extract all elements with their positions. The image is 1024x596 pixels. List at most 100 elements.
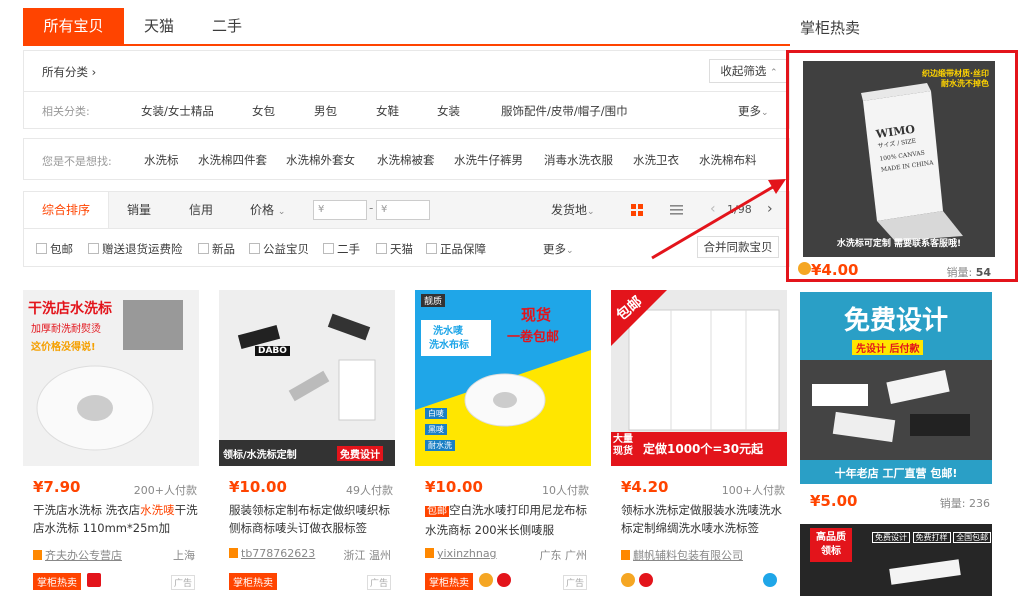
product-card[interactable]: 干洗店水洗标 加厚耐洗耐熨烫 这价格没得说! ¥7.90 200+人付款 干洗店… [23,290,199,596]
related-item[interactable]: 服饰配件/皮带/帽子/围巾 [501,103,628,119]
sort-default[interactable]: 综合排序 [24,192,109,228]
ad-label: 广告 [562,575,587,590]
product-price: ¥10.00 [425,478,483,496]
img-text: 洗水唛 [433,326,463,337]
suggestion-item[interactable]: 水洗牛仔裤男 [454,152,523,168]
related-item[interactable]: 女包 [252,103,275,119]
img-text: DABO [255,346,290,356]
sidebar-product-card[interactable]: 织边缎带材质·丝印 耐水洗不掉色 WIMO サイズ / SIZE 100% CA… [786,50,1018,282]
suggestion-item[interactable]: 消毒水洗衣服 [544,152,613,168]
img-text: 全国包邮 [953,532,992,543]
sort-sales[interactable]: 销量 [127,192,151,228]
price-max-input[interactable]: ¥ [376,200,430,220]
gold-seller-icon [621,573,635,587]
check-tmall[interactable]: 天猫 [376,241,413,257]
annotation-arrow-icon [651,179,786,260]
sales-value: 54 [975,266,991,279]
product-price: ¥7.90 [33,478,81,496]
sidebar-product-card[interactable]: 高品质 领标 免费设计 免费打样 全国包邮 [800,524,992,596]
shop-link[interactable]: 齐夫办公专营店 [33,547,122,563]
product-title[interactable]: 包邮 空白洗水唛打印用尼龙布标水洗商标 200米长侧唛服 [425,501,591,537]
more-label: 更多 [738,104,761,118]
tab-second-hand[interactable]: 二手 [199,8,255,44]
related-more-button[interactable]: 更多⌄ [738,103,769,119]
img-text: 免费设计 [337,446,383,461]
category-row: 所有分类 › 收起筛选 ⌃ [23,50,790,92]
check-label: 包邮 [50,242,73,256]
checkbox-icon [323,243,334,254]
ad-label: 广告 [366,575,391,590]
suggestion-item[interactable]: 水洗棉布料 [699,152,757,168]
drop-icon [763,573,777,587]
price-min-input[interactable]: ¥ [313,200,367,220]
product-paid-count: 200+人付款 [133,484,197,497]
img-text: 黑唛 [425,424,447,435]
sort-price[interactable]: 价格 ⌄ [250,192,285,228]
img-text: 洗水布标 [429,340,469,351]
product-card[interactable]: 包邮 大量 现货 定做1000个=30元起 ¥4.20 100+人付款 领标水洗… [611,290,787,596]
related-item[interactable]: 女装 [437,103,460,119]
suggestion-item[interactable]: 水洗棉被套 [377,152,435,168]
product-title[interactable]: 服装领标定制布标定做织唛织标侧标商标唛头订做衣服标签 [229,501,395,537]
checkbox-icon [426,243,437,254]
product-card[interactable]: 靓质 洗水唛 洗水布标 现货 一卷包邮 白唛 黑唛 耐水洗 ¥10.00 10人… [415,290,591,596]
product-card[interactable]: DABO 领标/水洗标定制 免费设计 ¥10.00 49人付款 服装领标定制布标… [219,290,395,596]
product-image[interactable]: 免费设计 先设计 后付款 十年老店 工厂直营 包邮! [800,292,992,484]
checkbox-icon [36,243,47,254]
check-label: 正品保障 [440,242,486,256]
suggestion-item[interactable]: 水洗卫衣 [633,152,679,168]
check-new[interactable]: 新品 [198,241,235,257]
side-img-caption: 水洗标可定制 需要联系客服哦! [836,239,962,249]
check-charity[interactable]: 公益宝贝 [249,241,309,257]
related-item[interactable]: 女装/女士精品 [141,103,214,119]
product-title[interactable]: 领标水洗标定做服装水洗唛洗水标定制绵绸洗水唛水洗标签 [621,501,787,537]
shop-link[interactable]: yixinzhnag [425,547,497,560]
product-image[interactable]: 包邮 大量 现货 定做1000个=30元起 [611,290,787,466]
suggestion-item[interactable]: 水洗棉外套女 [286,152,355,168]
product-paid-count: 销量: 236 [939,497,990,510]
product-title[interactable]: 干洗店水洗标 洗衣店水洗唛干洗店水洗标 110mm*25m加 [33,501,199,537]
chevron-down-icon: ⌄ [566,246,574,256]
shop-link[interactable]: 麒帆辅料包装有限公司 [621,547,743,563]
check-genuine[interactable]: 正品保障 [426,241,486,257]
product-image[interactable]: DABO 领标/水洗标定制 免费设计 [219,290,395,466]
sidebar-product-card[interactable]: 免费设计 先设计 后付款 十年老店 工厂直营 包邮! ¥5.00 销量: 236 [800,292,992,512]
img-text: 免费设计 [872,532,910,543]
tab-all-items[interactable]: 所有宝贝 [23,8,124,44]
related-item[interactable]: 女鞋 [376,103,399,119]
check-label: 二手 [337,242,360,256]
product-image[interactable]: 干洗店水洗标 加厚耐洗耐熨烫 这价格没得说! [23,290,199,466]
more-label: 更多 [543,242,566,256]
img-text: 这价格没得说! [31,342,96,353]
chevron-down-icon: ⌄ [277,207,286,217]
checkbox-icon [198,243,209,254]
related-item[interactable]: 男包 [314,103,337,119]
shop-link[interactable]: tb778762623 [229,547,315,560]
check-return-insurance[interactable]: 赠送退货运费险 [88,241,183,257]
shop-name: yixinzhnag [437,547,497,560]
collapse-filter-button[interactable]: 收起筛选 ⌃ [709,59,789,83]
img-text: 定做1000个=30元起 [643,442,764,456]
checks-more-button[interactable]: 更多⌄ [543,241,574,257]
free-shipping-tag: 包邮 [425,506,449,517]
sidebar-product-image[interactable]: 织边缎带材质·丝印 耐水洗不掉色 WIMO サイズ / SIZE 100% CA… [803,61,995,257]
shop-name: 齐夫办公专营店 [45,549,122,562]
gold-seller-icon [798,262,811,275]
checkbox-icon [376,243,387,254]
check-label: 新品 [212,242,235,256]
suggestion-item[interactable]: 水洗棉四件套 [198,152,267,168]
shop-icon [621,550,630,560]
tab-tmall[interactable]: 天猫 [131,8,187,44]
ship-from-dropdown[interactable]: 发货地⌄ [551,192,595,228]
product-location: 广东 广州 [539,549,588,562]
chevron-down-icon: ⌄ [587,207,595,217]
product-image[interactable]: 靓质 洗水唛 洗水布标 现货 一卷包邮 白唛 黑唛 耐水洗 [415,290,591,466]
check-free-shipping[interactable]: 包邮 [36,241,73,257]
suggestion-item[interactable]: 水洗标 [144,152,179,168]
img-text: 一卷包邮 [507,330,560,345]
related-categories-row: 相关分类: 女装/女士精品 女包 男包 女鞋 女装 服饰配件/皮带/帽子/围巾 … [23,91,790,129]
sort-credit[interactable]: 信用 [189,192,213,228]
side-img-line: 织边缎带材质·丝印 [921,69,989,78]
check-second-hand[interactable]: 二手 [323,241,360,257]
all-categories-link[interactable]: 所有分类 › [42,64,96,80]
